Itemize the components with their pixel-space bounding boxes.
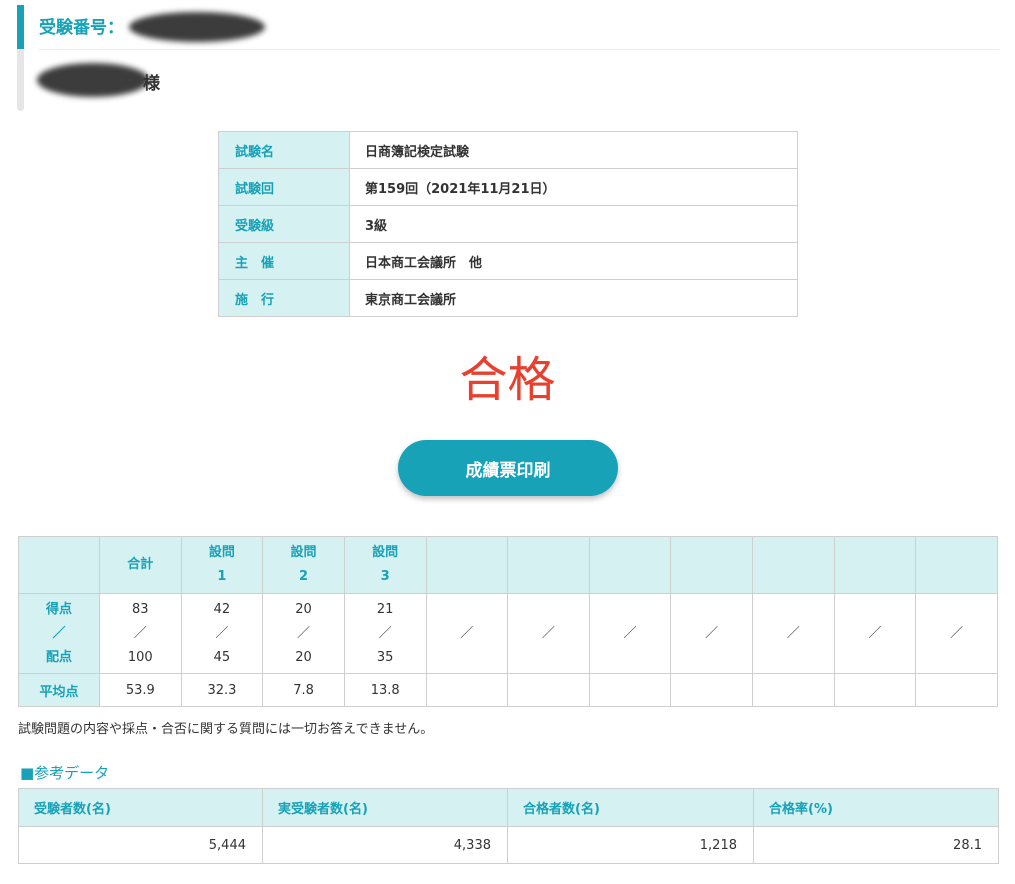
reference-value-row: 5,444 4,338 1,218 28.1 (18, 826, 999, 864)
column-header-empty (915, 536, 998, 594)
column-header-empty (833, 536, 917, 594)
column-header-total: 合計 (99, 536, 182, 594)
honorific-suffix: 様 (143, 74, 160, 94)
reference-value-actual-examinees: 4,338 (262, 826, 508, 864)
average-cell-empty (915, 673, 998, 707)
average-cell-q1: 32.3 (180, 673, 264, 707)
header-accent-bar (17, 5, 24, 49)
average-cell-empty (670, 673, 753, 707)
column-header-empty (752, 536, 835, 594)
reference-header-actual-examinees: 実受験者数(名) (262, 788, 508, 827)
score-cell-empty: ／ (833, 593, 917, 674)
exam-info-label: 試験名 (218, 131, 350, 169)
score-cell-empty: ／ (752, 593, 835, 674)
print-score-report-button[interactable]: 成績票印刷 (398, 440, 618, 496)
exam-number-label: 受験番号： (39, 18, 124, 38)
reference-header-pass-rate: 合格率(%) (753, 788, 999, 827)
exam-info-row: 受験級 3級 (218, 205, 798, 243)
redacted-exam-number (129, 12, 265, 42)
exam-info-row: 試験回 第159回（2021年11月21日） (218, 168, 798, 206)
inquiry-notice: 試験問題の内容や採点・合否に関する質問には一切お答えできません。 (18, 722, 434, 737)
column-header-empty (507, 536, 590, 594)
exam-info-value: 日商簿記検定試験 (349, 131, 798, 169)
score-row-label: 得点／配点 (18, 593, 100, 674)
column-header-empty (425, 536, 509, 594)
column-header-empty (670, 536, 753, 594)
score-header-row: 合計 設問 1 設問 2 設問 3 (18, 536, 998, 594)
reference-data-table: 受験者数(名) 実受験者数(名) 合格者数(名) 合格率(%) 5,444 4,… (18, 788, 999, 864)
reference-header-row: 受験者数(名) 実受験者数(名) 合格者数(名) 合格率(%) (18, 788, 999, 827)
exam-info-label: 施 行 (218, 279, 350, 317)
reference-data-title: ■参考データ (20, 764, 110, 782)
average-cell-empty (588, 673, 672, 707)
exam-info-value: 第159回（2021年11月21日） (349, 168, 798, 206)
score-corner-cell (18, 536, 100, 594)
header-divider (39, 49, 999, 50)
column-header-q1: 設問 1 (180, 536, 264, 594)
average-row: 平均点 53.9 32.3 7.8 13.8 (18, 673, 998, 707)
reference-value-passers: 1,218 (507, 826, 754, 864)
header-accent-bar-secondary (17, 49, 24, 111)
average-cell-empty (833, 673, 917, 707)
score-cell-q1: 42 ／ 45 (180, 593, 264, 674)
average-cell-total: 53.9 (99, 673, 182, 707)
exam-info-value: 東京商工会議所 (349, 279, 798, 317)
exam-info-label: 受験級 (218, 205, 350, 243)
score-row: 得点／配点 83 ／ 100 42 ／ 45 20 ／ 20 21 ／ 35 ／ ／ ／ ／ ／… (18, 593, 998, 674)
score-cell-q2: 20 ／ 20 (262, 593, 345, 674)
score-cell-empty: ／ (588, 593, 672, 674)
exam-info-row: 施 行 東京商工会議所 (218, 279, 798, 317)
exam-header: 受験番号： 様 (17, 5, 999, 111)
score-cell-empty: ／ (425, 593, 509, 674)
exam-info-value: 日本商工会議所 他 (349, 242, 798, 280)
average-cell-q3: 13.8 (343, 673, 427, 707)
exam-info-label: 試験回 (218, 168, 350, 206)
score-cell-empty: ／ (670, 593, 753, 674)
score-cell-empty: ／ (507, 593, 590, 674)
exam-info-row: 主 催 日本商工会議所 他 (218, 242, 798, 280)
average-row-label: 平均点 (18, 673, 100, 707)
score-cell-total: 83 ／ 100 (99, 593, 182, 674)
column-header-empty (588, 536, 672, 594)
average-cell-empty (752, 673, 835, 707)
exam-info-row: 試験名 日商簿記検定試験 (218, 131, 798, 169)
average-cell-q2: 7.8 (262, 673, 345, 707)
score-cell-q3: 21 ／ 35 (343, 593, 427, 674)
redacted-candidate-name (37, 63, 149, 97)
exam-info-value: 3級 (349, 205, 798, 243)
reference-value-examinees: 5,444 (18, 826, 263, 864)
score-cell-empty: ／ (915, 593, 998, 674)
column-header-q2: 設問 2 (262, 536, 345, 594)
score-table: 合計 設問 1 設問 2 設問 3 得点／配点 83 ／ 100 42 ／ 45 20 ／ 20 … (18, 536, 998, 707)
average-cell-empty (425, 673, 509, 707)
reference-value-pass-rate: 28.1 (753, 826, 999, 864)
reference-header-examinees: 受験者数(名) (18, 788, 263, 827)
pass-result: 合格 (459, 352, 556, 408)
average-cell-empty (507, 673, 590, 707)
exam-info-table: 試験名 日商簿記検定試験 試験回 第159回（2021年11月21日） 受験級 … (218, 131, 798, 317)
column-header-q3: 設問 3 (343, 536, 427, 594)
exam-info-label: 主 催 (218, 242, 350, 280)
reference-header-passers: 合格者数(名) (507, 788, 754, 827)
